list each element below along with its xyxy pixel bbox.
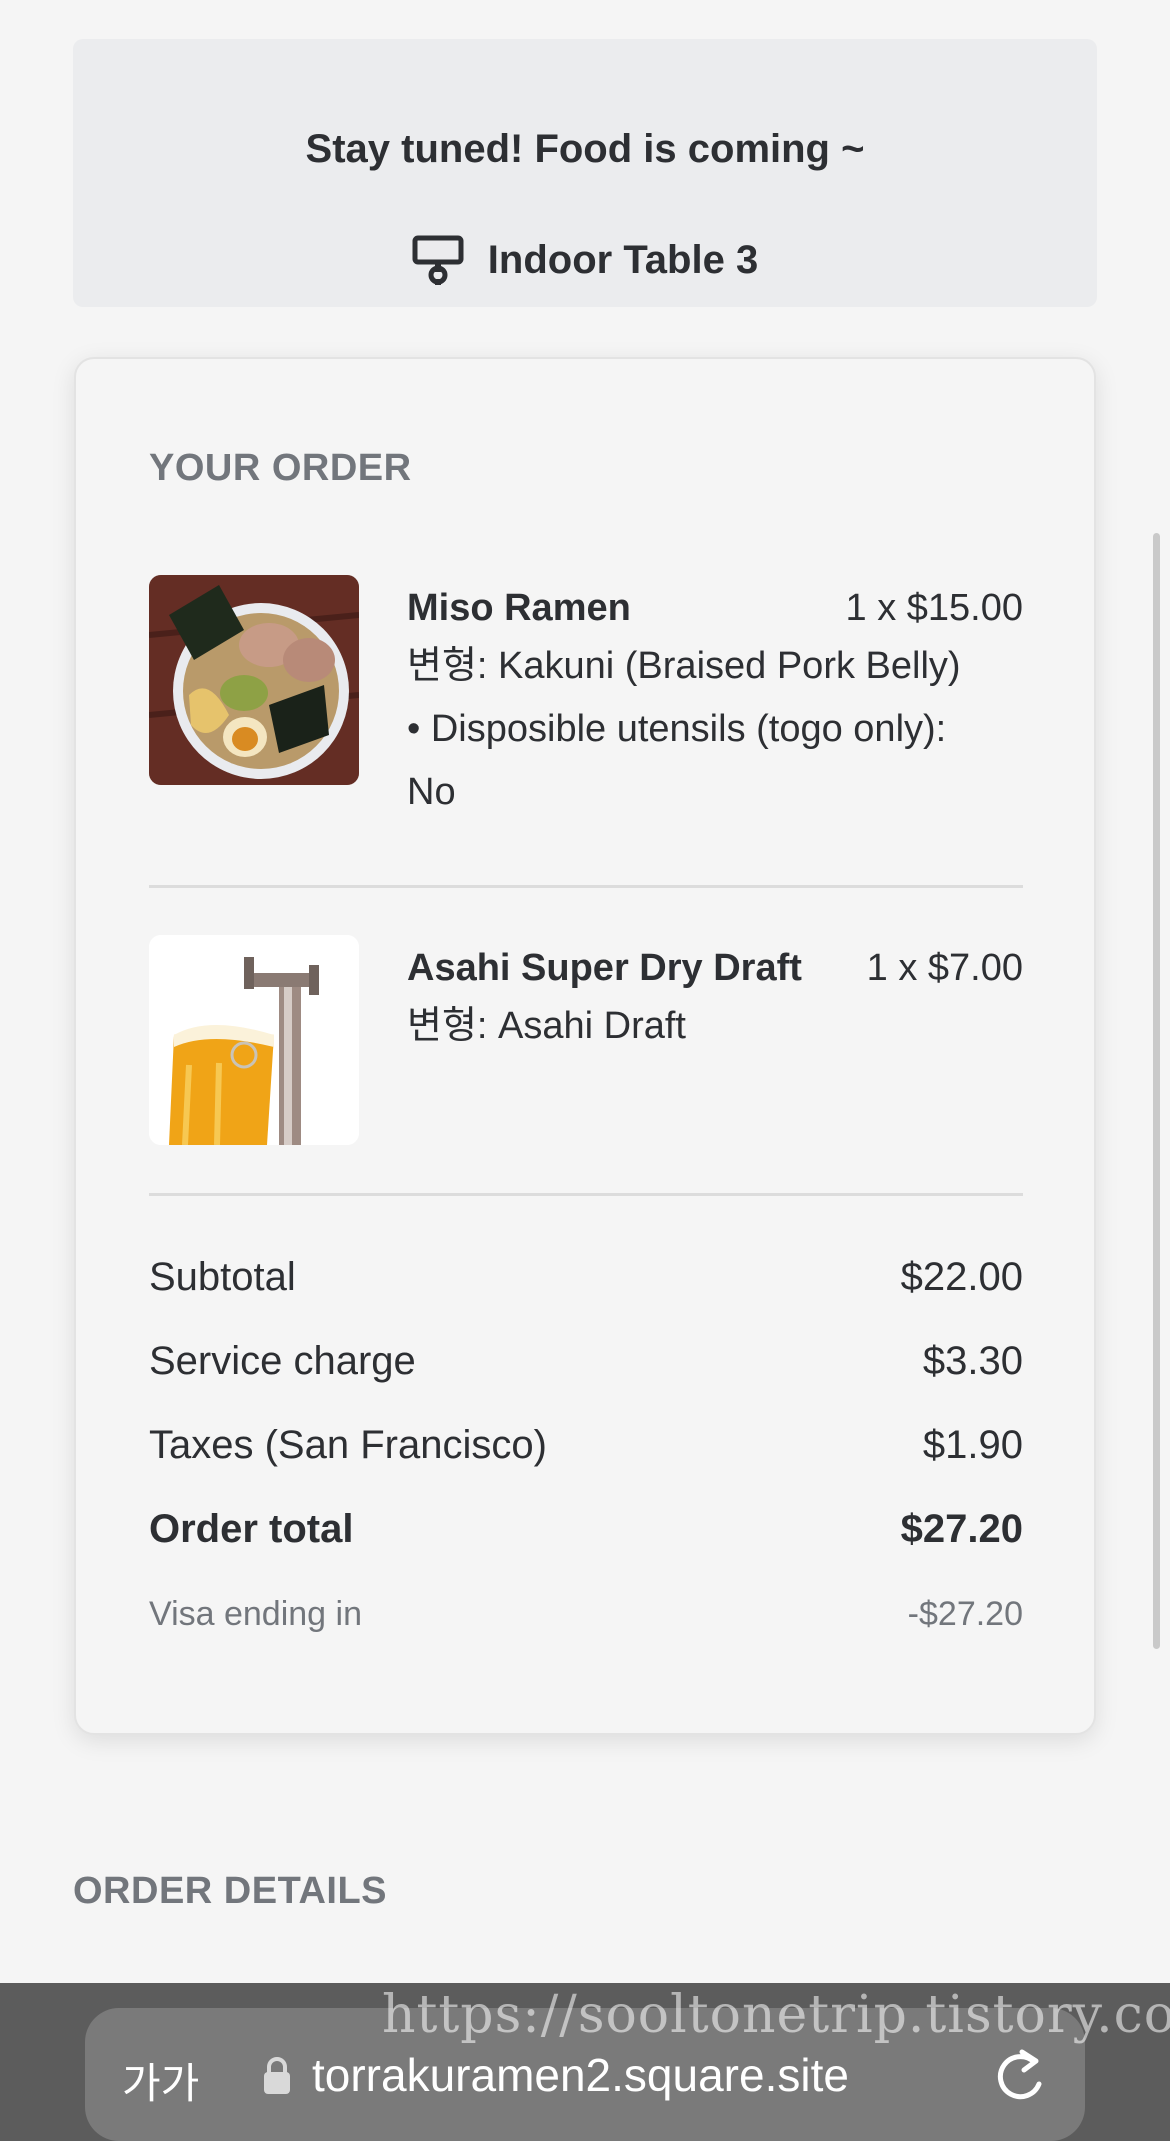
- subtotal-row: Subtotal $22.00: [149, 1255, 1023, 1300]
- lock-icon: [264, 2057, 290, 2094]
- payment-row: Visa ending in -$27.20: [149, 1595, 1023, 1634]
- status-message: Stay tuned! Food is coming ~: [305, 127, 865, 171]
- subtotal-value: $22.00: [900, 1255, 1023, 1299]
- order-card: YOUR ORDER Miso Ramen 1 x $15.00 변형: Kak: [74, 357, 1096, 1735]
- item-description: 변형: Asahi Draft: [407, 1005, 686, 1047]
- order-item: Asahi Super Dry Draft 1 x $7.00 변형: Asah…: [149, 935, 1023, 1147]
- service-charge-row: Service charge $3.30: [149, 1339, 1023, 1384]
- order-total-row: Order total $27.20: [149, 1507, 1023, 1552]
- item-price: 1 x $7.00: [866, 947, 1023, 989]
- table-info: Indoor Table 3: [73, 235, 1097, 285]
- item-description: 변형: Kakuni (Braised Pork Belly) • Dispos…: [407, 645, 961, 813]
- your-order-heading: YOUR ORDER: [149, 447, 412, 489]
- taxes-label: Taxes (San Francisco): [149, 1423, 547, 1467]
- text-size-button[interactable]: 가가: [122, 2050, 199, 2111]
- order-total-value: $27.20: [900, 1507, 1023, 1551]
- subtotal-label: Subtotal: [149, 1255, 296, 1299]
- order-item: Miso Ramen 1 x $15.00 변형: Kakuni (Braise…: [149, 575, 1023, 835]
- watermark-text: https://sooltonetrip.tistory.com: [382, 1985, 1170, 2045]
- taxes-row: Taxes (San Francisco) $1.90: [149, 1423, 1023, 1468]
- asahi-draft-image: [149, 935, 359, 1145]
- item-price: 1 x $15.00: [845, 587, 1023, 629]
- order-details-heading: ORDER DETAILS: [73, 1870, 388, 1912]
- status-banner: Stay tuned! Food is coming ~ Indoor Tabl…: [73, 39, 1097, 307]
- payment-value: -$27.20: [907, 1595, 1023, 1633]
- url-text[interactable]: torrakuramen2.square.site: [312, 2048, 849, 2102]
- item-name: Asahi Super Dry Draft: [407, 947, 802, 989]
- payment-label: Visa ending in: [149, 1595, 362, 1633]
- reload-icon[interactable]: [992, 2048, 1046, 2104]
- service-charge-value: $3.30: [922, 1339, 1023, 1383]
- order-total-label: Order total: [149, 1507, 354, 1551]
- service-charge-label: Service charge: [149, 1339, 416, 1383]
- divider: [149, 1193, 1023, 1196]
- table-label: Indoor Table 3: [487, 237, 759, 282]
- divider: [149, 885, 1023, 888]
- item-name: Miso Ramen: [407, 587, 631, 629]
- miso-ramen-image: [149, 575, 359, 785]
- taxes-value: $1.90: [922, 1423, 1023, 1467]
- scrollbar[interactable]: [1153, 533, 1160, 1649]
- table-stand-icon: [412, 235, 464, 285]
